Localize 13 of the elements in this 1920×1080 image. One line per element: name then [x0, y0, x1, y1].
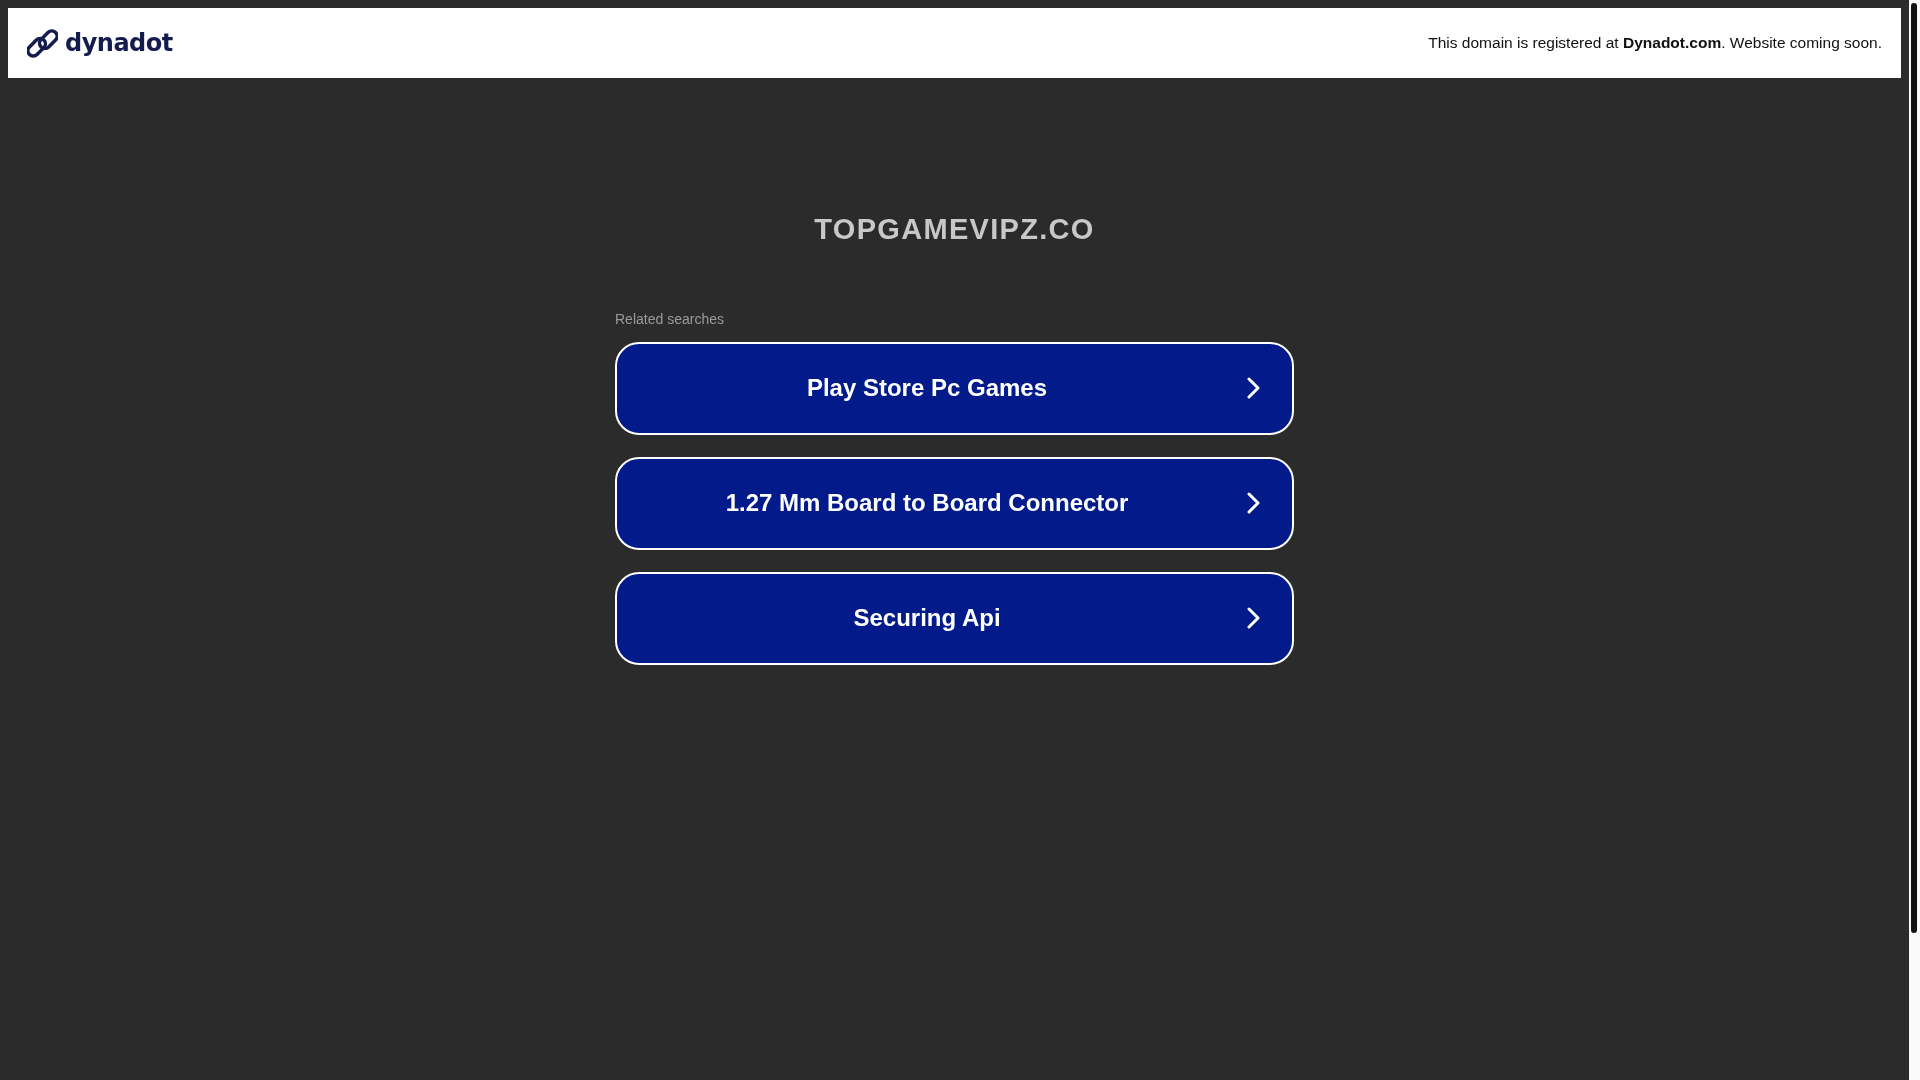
chain-link-icon[interactable] [27, 27, 58, 59]
scrollbar-track[interactable] [1909, 0, 1920, 1080]
registration-notice: This domain is registered at Dynadot.com. Website coming soon. [1428, 33, 1882, 54]
search-link-button[interactable]: 1.27 Mm Board to Board Connector [615, 456, 1294, 550]
chevron-right-icon [1247, 377, 1261, 400]
chevron-right-icon [1247, 492, 1261, 515]
related-searches-heading: Related searches [615, 310, 725, 328]
search-link-button[interactable]: Play Store Pc Games [615, 341, 1294, 435]
search-link-button[interactable]: Securing Api [615, 571, 1294, 665]
logo-text[interactable]: dynadot [65, 31, 173, 55]
domain-title: TOPGAMEVIPZ.CO [813, 212, 1096, 247]
chevron-right-icon [1247, 607, 1261, 630]
scrollbar-thumb[interactable] [1911, 3, 1917, 933]
